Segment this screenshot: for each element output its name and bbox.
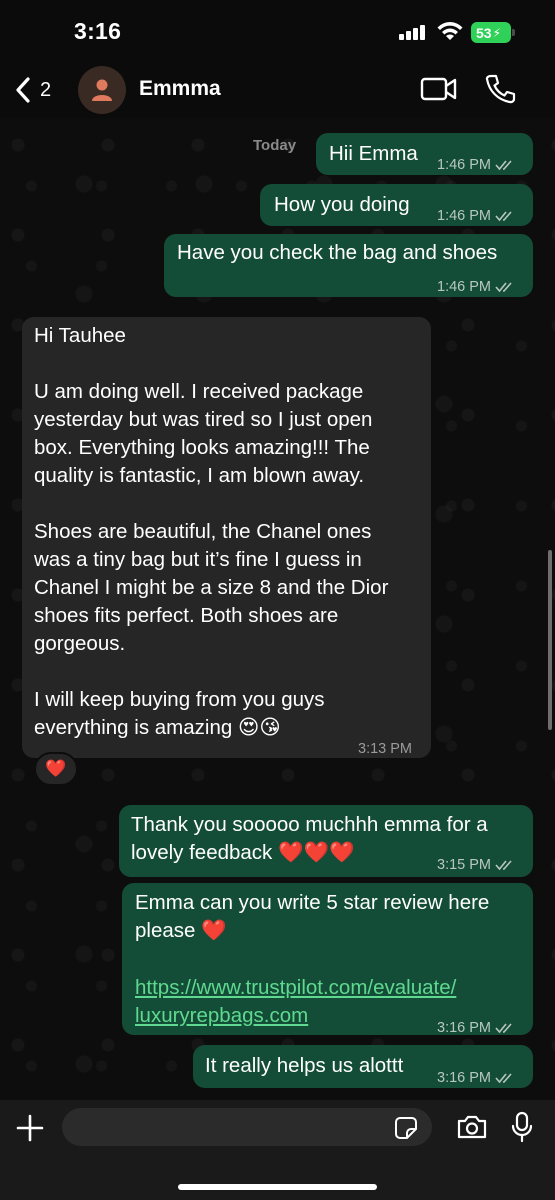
- battery-indicator: 53 ⚡: [471, 22, 511, 43]
- message-text: Thank you sooooo muchhh emma for a lovel…: [131, 813, 488, 864]
- message-meta: 3:16 PM: [437, 1064, 515, 1092]
- message-bubble[interactable]: Thank you sooooo muchhh emma for a lovel…: [119, 805, 533, 877]
- message-text: It really helps us alottt: [205, 1054, 404, 1077]
- wifi-icon: [437, 22, 463, 40]
- contact-name[interactable]: Emmma: [139, 77, 221, 101]
- message-bubble[interactable]: Have you check the bag and shoes 1:46 PM: [164, 234, 533, 297]
- sticker-icon[interactable]: [394, 1116, 418, 1140]
- double-check-icon: [495, 211, 512, 222]
- message-text: Hii Emma: [329, 142, 418, 165]
- message-text: Emma can you write 5 star review here pl…: [135, 891, 490, 942]
- double-check-icon: [495, 282, 512, 293]
- battery-tip: [512, 29, 515, 36]
- person-icon: [92, 79, 112, 101]
- message-time: 3:16 PM: [437, 1020, 491, 1036]
- scrollbar[interactable]: [548, 550, 552, 730]
- chat-header: 2 Emmma: [0, 62, 555, 118]
- heart-reaction: ❤️: [45, 759, 67, 778]
- message-bubble[interactable]: Emma can you write 5 star review here pl…: [122, 883, 533, 1036]
- message-time: 3:15 PM: [437, 857, 491, 873]
- reaction-badge[interactable]: ❤️: [34, 752, 78, 786]
- phone-icon[interactable]: [484, 74, 516, 104]
- message-time: 3:16 PM: [437, 1070, 491, 1086]
- message-text: How you doing: [274, 193, 410, 216]
- message-compose-bar: [0, 1100, 555, 1200]
- message-time: 1:46 PM: [437, 208, 491, 224]
- message-bubble[interactable]: How you doing 1:46 PM: [260, 184, 533, 226]
- message-bubble[interactable]: Hii Emma 1:46 PM: [316, 133, 533, 175]
- unread-count: 2: [40, 78, 52, 101]
- chevron-left-icon: [16, 77, 30, 103]
- message-meta: 1:46 PM: [437, 151, 515, 179]
- message-time: 3:13 PM: [358, 741, 412, 757]
- double-check-icon: [495, 1073, 512, 1084]
- message-meta: 1:46 PM: [437, 202, 515, 230]
- date-divider: Today: [253, 137, 297, 154]
- home-indicator[interactable]: [178, 1184, 377, 1190]
- message-text: Have you check the bag and shoes: [177, 241, 498, 264]
- plus-icon[interactable]: [16, 1114, 44, 1142]
- message-meta: 1:46 PM: [437, 273, 515, 301]
- message-time: 1:46 PM: [437, 157, 491, 173]
- message-meta: 3:13 PM: [358, 735, 412, 763]
- double-check-icon: [495, 160, 512, 171]
- message-text: Hi Tauhee U am doing well. I received pa…: [34, 324, 389, 739]
- status-time: 3:16: [74, 18, 122, 44]
- review-link[interactable]: https://www.trustpilot.com/evaluate/ lux…: [135, 974, 456, 1030]
- video-camera-icon[interactable]: [420, 76, 458, 102]
- message-input[interactable]: [62, 1108, 432, 1146]
- double-check-icon: [495, 860, 512, 871]
- message-meta: 3:15 PM: [437, 851, 515, 879]
- message-bubble[interactable]: Hi Tauhee U am doing well. I received pa…: [22, 317, 431, 758]
- avatar[interactable]: [78, 66, 126, 114]
- status-bar: 3:16 53 ⚡: [0, 0, 555, 62]
- message-bubble[interactable]: It really helps us alottt 3:16 PM: [193, 1045, 533, 1088]
- camera-icon[interactable]: [456, 1114, 488, 1140]
- cellular-signal-icon: [399, 24, 427, 40]
- battery-level: 53: [476, 24, 492, 41]
- double-check-icon: [495, 1023, 512, 1034]
- message-time: 1:46 PM: [437, 279, 491, 295]
- microphone-icon[interactable]: [510, 1111, 534, 1143]
- message-meta: 3:16 PM: [437, 1014, 515, 1042]
- charging-icon: ⚡: [492, 25, 502, 40]
- back-button[interactable]: 2: [14, 72, 51, 108]
